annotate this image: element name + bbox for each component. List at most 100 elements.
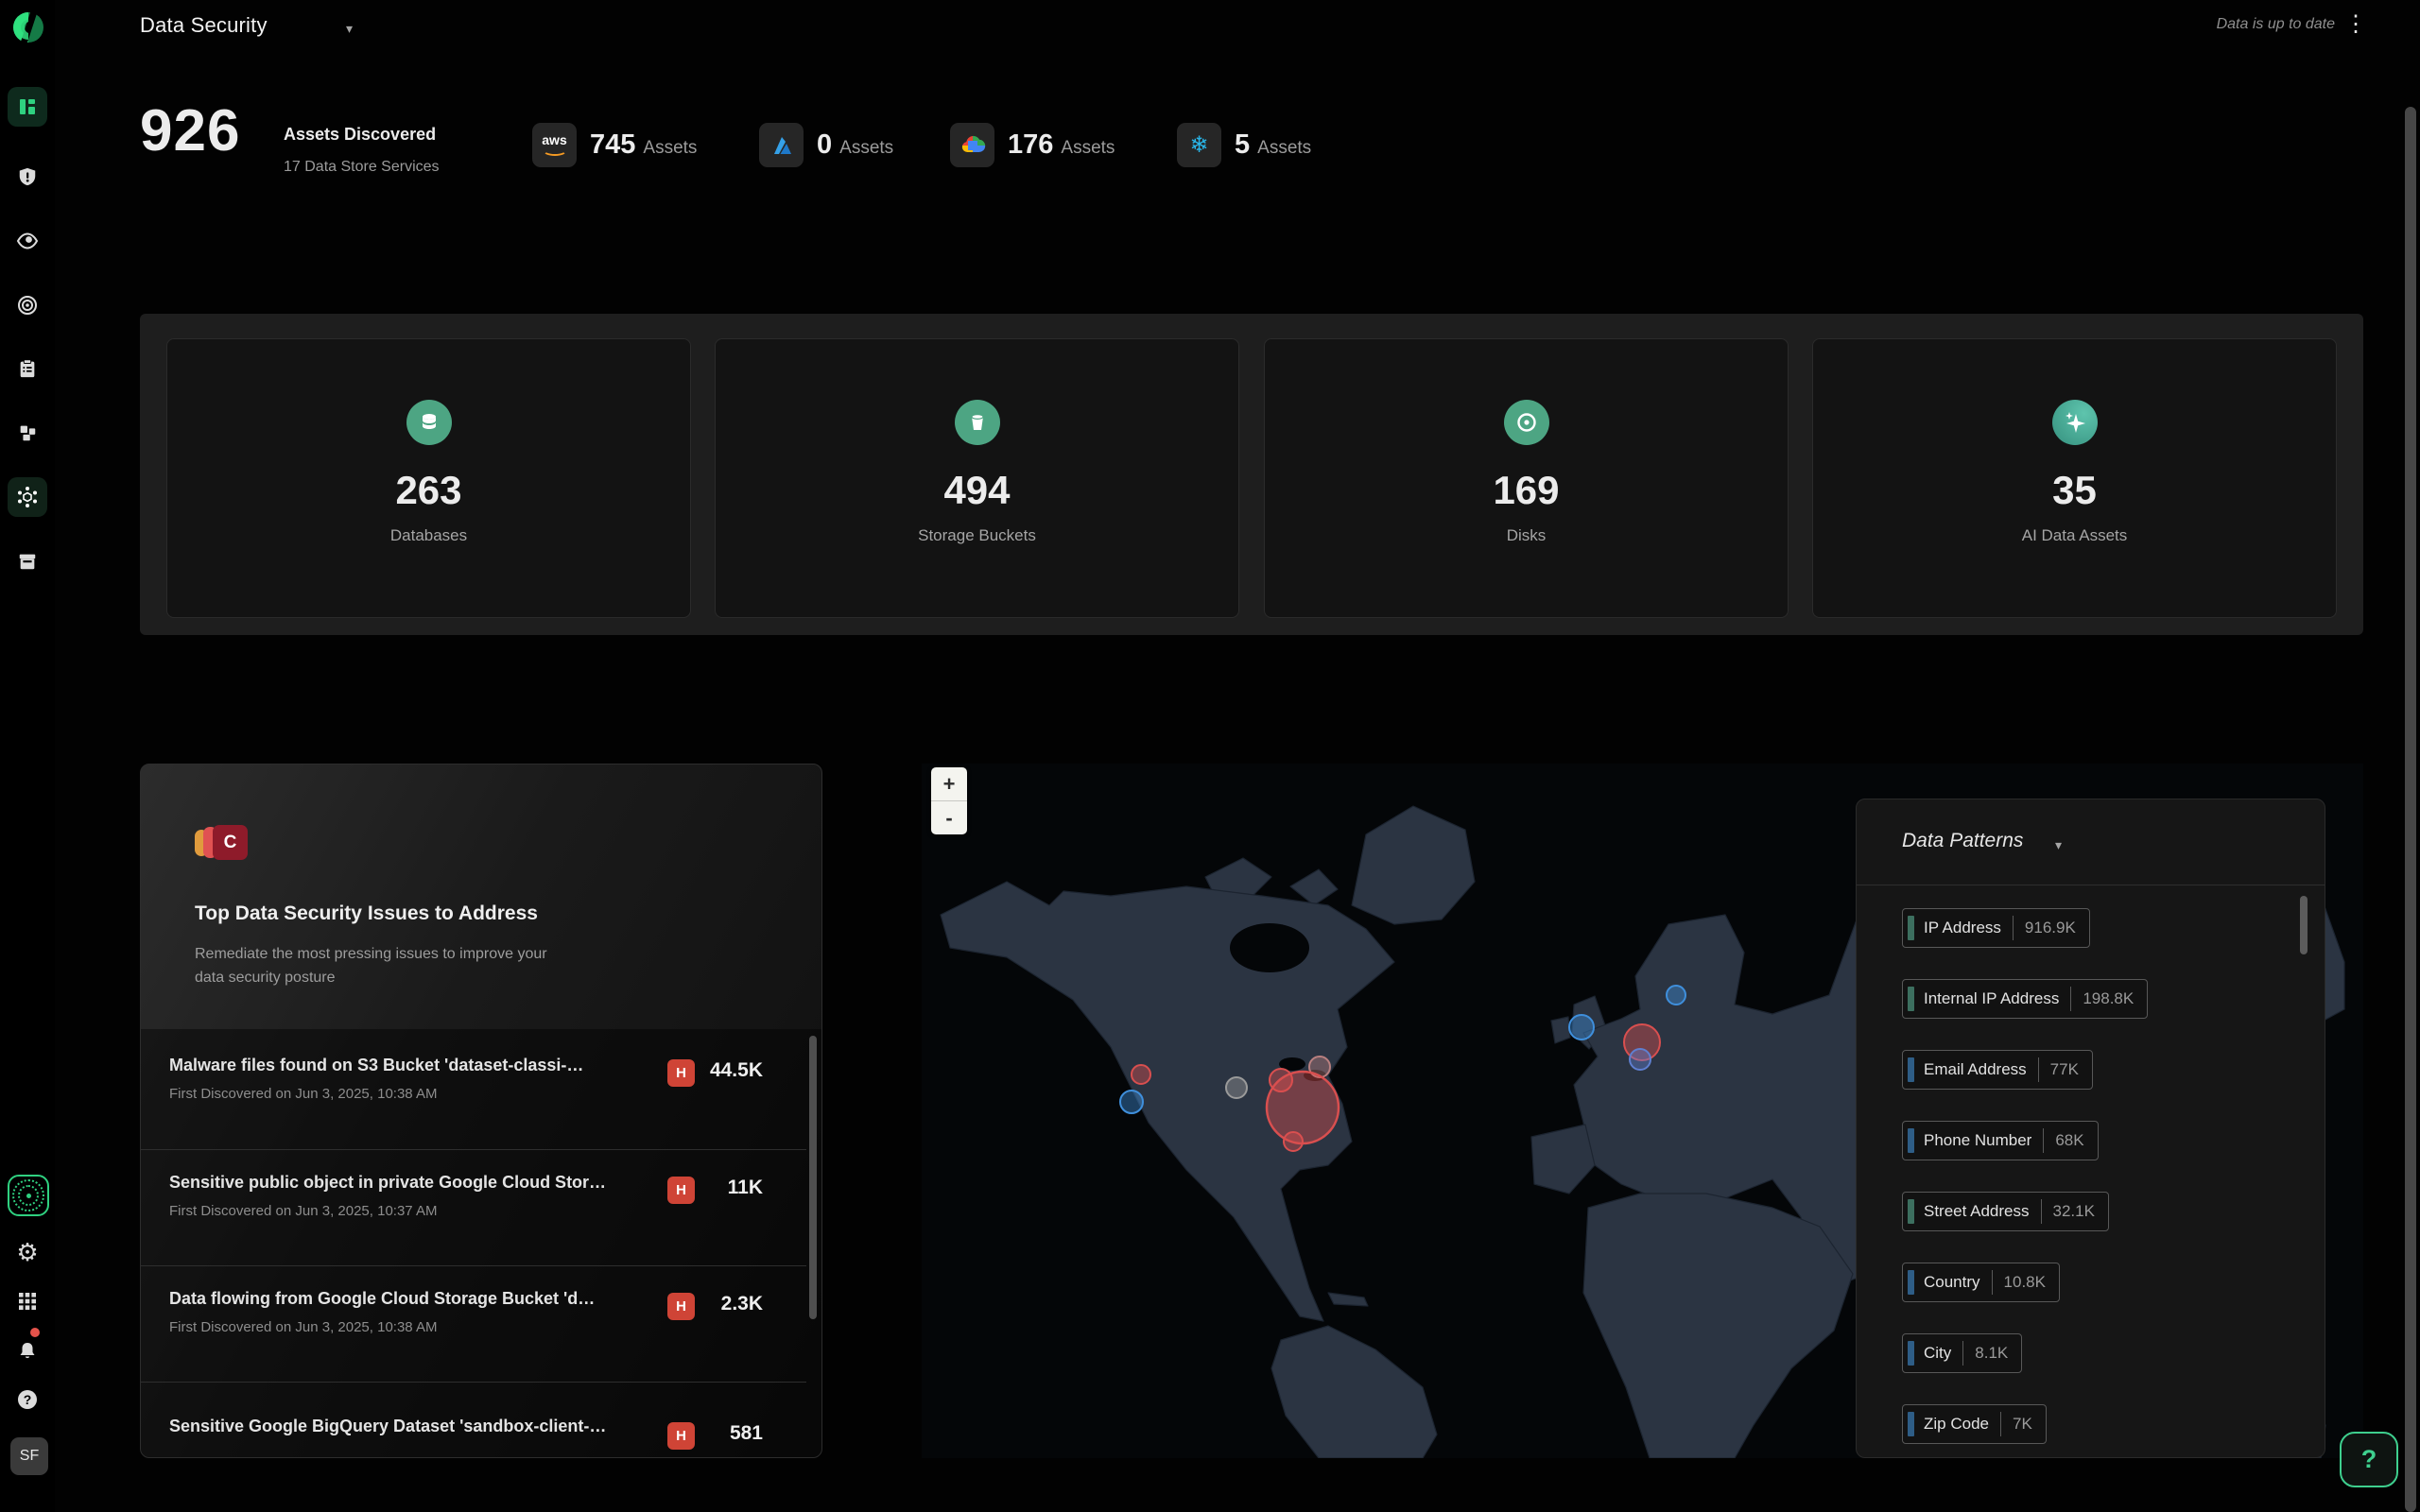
issues-scrollbar[interactable] <box>809 1036 817 1319</box>
ai-dots-icon <box>12 1179 44 1211</box>
sidebar-item-integrations[interactable] <box>8 413 47 453</box>
sidebar-item-dashboard[interactable] <box>8 87 47 127</box>
gcp-asset-count: 176 <box>1008 129 1053 160</box>
sidebar-item-apps[interactable] <box>8 1281 47 1321</box>
disk-icon <box>1504 400 1549 445</box>
clipboard-list-icon <box>17 358 38 379</box>
map-bubble[interactable] <box>1630 1049 1651 1070</box>
ai-data-assets-count: 35 <box>1813 468 2336 513</box>
map-bubble[interactable] <box>1132 1065 1150 1084</box>
pattern-chip-phone[interactable]: Phone Number 68K <box>1902 1121 2099 1160</box>
pattern-chip-internal-ip[interactable]: Internal IP Address 198.8K <box>1902 979 2148 1019</box>
issues-list: Malware files found on S3 Bucket 'datase… <box>141 1029 822 1458</box>
user-avatar[interactable]: SF <box>10 1437 48 1475</box>
pattern-count: 32.1K <box>2042 1202 2108 1221</box>
issues-panel-subtitle: Remediate the most pressing issues to im… <box>195 942 554 989</box>
pattern-count: 68K <box>2044 1131 2097 1150</box>
storage-buckets-count: 494 <box>716 468 1238 513</box>
pattern-label: Country <box>1924 1273 1992 1292</box>
gcp-asset-unit: Assets <box>1061 138 1115 158</box>
severity-badge: H <box>667 1293 695 1320</box>
map-bubble[interactable] <box>1226 1077 1247 1098</box>
issue-row[interactable]: Malware files found on S3 Bucket 'datase… <box>141 1033 806 1149</box>
sidebar-item-assets[interactable] <box>8 541 47 581</box>
pattern-label: Phone Number <box>1924 1131 2043 1150</box>
map-bubble[interactable] <box>1569 1015 1594 1040</box>
issue-date: First Discovered on Jun 3, 2025, 10:38 A… <box>169 1319 437 1335</box>
zoom-in-button[interactable]: + <box>931 767 967 800</box>
pattern-chip-city[interactable]: City 8.1K <box>1902 1333 2022 1373</box>
data-patterns-title[interactable]: Data Patterns <box>1902 830 2023 852</box>
issue-title: Sensitive public object in private Googl… <box>169 1173 606 1193</box>
pattern-chip-country[interactable]: Country 10.8K <box>1902 1263 2060 1302</box>
provider-stat-gcp: 176 Assets <box>950 123 1115 167</box>
issues-panel-title: Top Data Security Issues to Address <box>195 902 538 925</box>
sidebar-item-policies[interactable] <box>8 285 47 325</box>
severity-badges-icon: C <box>195 825 251 863</box>
disks-count: 169 <box>1265 468 1788 513</box>
ai-data-assets-label: AI Data Assets <box>1813 526 2336 545</box>
pattern-label: Street Address <box>1924 1202 2041 1221</box>
sidebar-item-data-security[interactable] <box>8 477 47 517</box>
databases-count: 263 <box>167 468 690 513</box>
pattern-count: 8.1K <box>1963 1344 2021 1363</box>
pattern-label: Email Address <box>1924 1060 2038 1079</box>
pattern-chip-zip[interactable]: Zip Code 7K <box>1902 1404 2047 1444</box>
pattern-chip-street[interactable]: Street Address 32.1K <box>1902 1192 2109 1231</box>
sidebar-item-visibility[interactable] <box>8 221 47 261</box>
snowflake-asset-count: 5 <box>1235 129 1250 160</box>
sidebar: ⚙ ? SF <box>0 0 55 1512</box>
issue-count: 2.3K <box>721 1293 763 1315</box>
sidebar-item-settings[interactable]: ⚙ <box>8 1232 47 1272</box>
help-button[interactable]: ? <box>2340 1432 2398 1487</box>
issue-row[interactable]: Sensitive Google BigQuery Dataset 'sandb… <box>141 1382 806 1458</box>
ai-assistant-button[interactable] <box>8 1175 49 1216</box>
issue-row[interactable]: Sensitive public object in private Googl… <box>141 1149 806 1266</box>
page-scrollbar[interactable] <box>2405 107 2416 1512</box>
kebab-menu-icon[interactable]: ⋮ <box>2344 11 2367 38</box>
map-bubble[interactable] <box>1667 986 1685 1005</box>
storage-buckets-card[interactable]: 494 Storage Buckets <box>715 338 1239 618</box>
map-bubble[interactable] <box>1284 1132 1303 1151</box>
page-title[interactable]: Data Security <box>140 13 268 38</box>
databases-card[interactable]: 263 Databases <box>166 338 691 618</box>
azure-icon <box>759 123 804 167</box>
pattern-count: 10.8K <box>1993 1273 2059 1292</box>
disks-card[interactable]: 169 Disks <box>1264 338 1789 618</box>
ai-data-assets-card[interactable]: 35 AI Data Assets <box>1812 338 2337 618</box>
sidebar-item-reports[interactable] <box>8 349 47 388</box>
gcp-icon <box>950 123 994 167</box>
data-status: Data is up to date <box>2217 16 2335 33</box>
issue-count: 581 <box>730 1422 763 1445</box>
sidebar-item-notifications[interactable] <box>8 1331 47 1370</box>
blocks-icon <box>17 422 38 443</box>
chevron-down-icon[interactable]: ▾ <box>346 21 353 37</box>
patterns-scrollbar[interactable] <box>2300 896 2308 954</box>
map-zoom-control: + - <box>931 767 967 834</box>
bucket-icon <box>955 400 1000 445</box>
map-bubble[interactable] <box>1120 1091 1143 1113</box>
chevron-down-icon[interactable]: ▾ <box>2055 837 2062 853</box>
issue-count: 44.5K <box>710 1059 763 1082</box>
pattern-count: 198.8K <box>2071 989 2147 1008</box>
sidebar-item-help[interactable]: ? <box>8 1380 47 1419</box>
sidebar-item-risk[interactable] <box>8 157 47 197</box>
data-store-services-label: 17 Data Store Services <box>284 159 440 176</box>
pattern-label: Internal IP Address <box>1924 989 2070 1008</box>
bell-icon <box>16 1339 39 1362</box>
azure-asset-unit: Assets <box>839 138 893 158</box>
issue-row[interactable]: Data flowing from Google Cloud Storage B… <box>141 1265 806 1383</box>
top-issues-panel: C Top Data Security Issues to Address Re… <box>140 764 822 1458</box>
store-icon <box>17 551 38 572</box>
target-icon <box>16 294 39 317</box>
data-security-dashboard: ⚙ ? SF Data Secur <box>0 0 2420 1512</box>
map-bubble[interactable] <box>1267 1072 1339 1143</box>
app-logo-icon[interactable] <box>11 10 45 44</box>
aws-asset-count: 745 <box>590 129 635 160</box>
zoom-out-button[interactable]: - <box>931 801 967 834</box>
snowflake-asset-unit: Assets <box>1257 138 1311 158</box>
pattern-chip-email[interactable]: Email Address 77K <box>1902 1050 2093 1090</box>
grid-icon <box>18 1292 37 1311</box>
pattern-chip-ip-address[interactable]: IP Address 916.9K <box>1902 908 2090 948</box>
issue-date: First Discovered on Jun 3, 2025, 10:37 A… <box>169 1203 437 1219</box>
